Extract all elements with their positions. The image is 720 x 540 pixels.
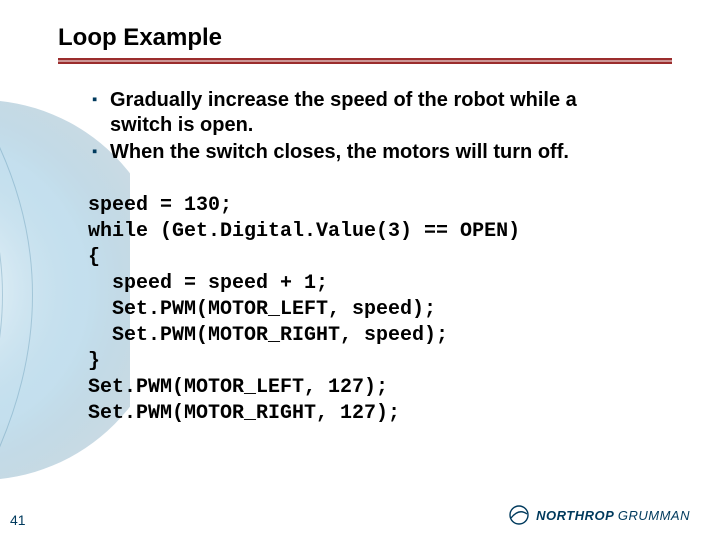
code-line: } bbox=[88, 350, 100, 373]
square-bullet-icon: ▪ bbox=[92, 88, 110, 138]
code-block: speed = 130; while (Get.Digital.Value(3)… bbox=[58, 193, 672, 427]
code-line: Set.PWM(MOTOR_LEFT, 127); bbox=[88, 376, 388, 399]
slide-title: Loop Example bbox=[58, 24, 672, 58]
code-line: speed = 130; bbox=[88, 194, 232, 217]
code-line: speed = speed + 1; bbox=[88, 272, 328, 295]
logo-mark-icon bbox=[508, 504, 530, 526]
bullet-text: Gradually increase the speed of the robo… bbox=[110, 88, 642, 138]
logo-text: NORTHROP GRUMMAN bbox=[536, 508, 690, 523]
square-bullet-icon: ▪ bbox=[92, 140, 110, 165]
title-underline bbox=[58, 58, 672, 64]
bullet-text: When the switch closes, the motors will … bbox=[110, 140, 569, 165]
company-logo: NORTHROP GRUMMAN bbox=[508, 504, 690, 526]
page-number: 41 bbox=[10, 512, 26, 528]
code-line: { bbox=[88, 246, 100, 269]
code-line: Set.PWM(MOTOR_RIGHT, speed); bbox=[88, 324, 448, 347]
logo-text-part2: GRUMMAN bbox=[618, 508, 690, 523]
bullet-list: ▪ Gradually increase the speed of the ro… bbox=[58, 88, 672, 165]
logo-text-part1: NORTHROP bbox=[536, 508, 614, 523]
bullet-item: ▪ When the switch closes, the motors wil… bbox=[92, 140, 642, 165]
bullet-item: ▪ Gradually increase the speed of the ro… bbox=[92, 88, 642, 138]
code-line: Set.PWM(MOTOR_LEFT, speed); bbox=[88, 298, 436, 321]
code-line: Set.PWM(MOTOR_RIGHT, 127); bbox=[88, 402, 400, 425]
code-line: while (Get.Digital.Value(3) == OPEN) bbox=[88, 220, 520, 243]
